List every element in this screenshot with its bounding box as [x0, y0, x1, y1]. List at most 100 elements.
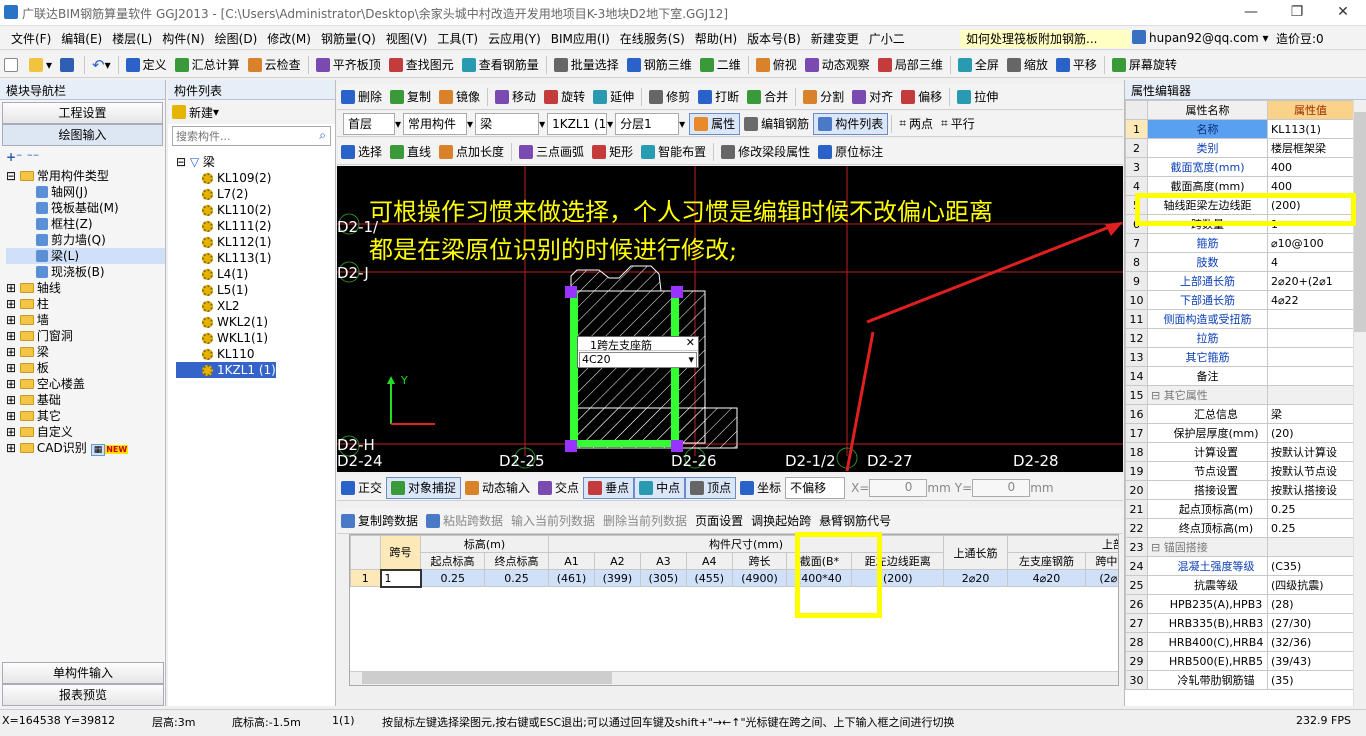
- toolbar1-button[interactable]: 批量选择: [550, 54, 623, 76]
- menu-item[interactable]: 版本号(B): [742, 30, 806, 47]
- grip-point[interactable]: [671, 440, 683, 452]
- cell-length[interactable]: (4900): [731, 569, 788, 587]
- menu-item[interactable]: 楼层(L): [107, 30, 157, 47]
- tree-item[interactable]: 筏板基础(M): [6, 200, 165, 216]
- snap-button[interactable]: 中点: [634, 476, 686, 499]
- grid-tool-button[interactable]: 粘贴跨数据: [422, 510, 507, 532]
- property-row[interactable]: 21 起点顶标高(m) 0.25: [1125, 499, 1354, 519]
- tree-folder[interactable]: ⊞ 墙: [6, 312, 165, 328]
- component-item[interactable]: XL2: [176, 298, 335, 314]
- property-value[interactable]: 按默认搭接设: [1267, 480, 1354, 500]
- cell-start[interactable]: 0.25: [419, 569, 486, 587]
- component-name-select[interactable]: 1KZL1 (1: [547, 112, 608, 135]
- menu-item[interactable]: 工具(T): [432, 30, 483, 47]
- toolbar1-button[interactable]: 定义: [122, 54, 171, 76]
- component-item[interactable]: L4(1): [176, 266, 335, 282]
- user-account[interactable]: hupan92@qq.com ▾: [1132, 30, 1269, 45]
- tip-link[interactable]: 如何处理筏板附加钢筋...: [960, 30, 1130, 48]
- vertical-scrollbar[interactable]: [1353, 100, 1366, 706]
- drawing-canvas[interactable]: 可根操作习惯来做选择，个人习惯是编辑时候不改偏心距离 都是在梁原位识别的时候进行…: [337, 166, 1123, 472]
- draw-tool-button[interactable]: 三点画弧: [515, 141, 588, 163]
- cell-a4[interactable]: (455): [685, 569, 733, 587]
- edit-tool-button[interactable]: 拉伸: [953, 86, 1002, 108]
- property-value[interactable]: 2⌀20+(2⌀1: [1267, 271, 1354, 291]
- layer-select[interactable]: 分层1: [615, 112, 680, 135]
- property-value[interactable]: (28): [1267, 594, 1354, 614]
- draw-tool-button[interactable]: 选择: [337, 141, 386, 163]
- property-row[interactable]: 17 保护层厚度(mm) (20): [1125, 423, 1354, 443]
- new-component-button[interactable]: 新建 ▾: [168, 100, 335, 124]
- draw-tool-button[interactable]: 点加长度: [435, 141, 508, 163]
- menu-item[interactable]: 绘图(D): [210, 30, 263, 47]
- floor-select[interactable]: 首层: [343, 112, 395, 135]
- cell-left-support[interactable]: 4⌀20: [1007, 569, 1086, 587]
- component-search-input[interactable]: [173, 127, 303, 145]
- snap-button[interactable]: 垂点: [583, 476, 635, 499]
- tree-item[interactable]: 剪力墙(Q): [6, 232, 165, 248]
- property-value[interactable]: (32/36): [1267, 632, 1354, 652]
- property-row[interactable]: 1 名称 KL113(1): [1125, 119, 1354, 139]
- component-item[interactable]: KL110: [176, 346, 335, 362]
- property-value[interactable]: 梁: [1267, 404, 1354, 424]
- edit-tool-button[interactable]: 删除: [337, 86, 386, 108]
- property-row[interactable]: 15 ⊟ 其它属性: [1125, 385, 1354, 405]
- component-item[interactable]: KL113(1): [176, 250, 335, 266]
- expand-collapse-icon[interactable]: +⁻ ⁻⁻: [0, 146, 165, 168]
- component-tree-root[interactable]: ⊟ ▽ 梁: [176, 154, 335, 170]
- component-item[interactable]: KL109(2): [176, 170, 335, 186]
- tree-item[interactable]: 现浇板(B): [6, 264, 165, 280]
- menu-item[interactable]: 在线服务(S): [615, 30, 690, 47]
- tree-root[interactable]: ⊟ 常用构件类型: [6, 168, 165, 184]
- scrollbar-thumb[interactable]: [362, 672, 612, 684]
- property-value[interactable]: 按默认计算设: [1267, 442, 1354, 462]
- snap-button[interactable]: 坐标: [736, 477, 785, 499]
- save-button[interactable]: [56, 54, 81, 76]
- toolbar1-button[interactable]: 平移: [1052, 54, 1101, 76]
- menu-item[interactable]: 文件(F): [6, 30, 56, 47]
- edit-tool-button[interactable]: 延伸: [589, 86, 638, 108]
- grid-tool-button[interactable]: 悬臂钢筋代号: [815, 510, 895, 532]
- property-row[interactable]: 7 箍筋 ⌀10@100: [1125, 233, 1354, 253]
- property-value[interactable]: 楼层框架梁: [1267, 138, 1354, 158]
- cell-a3[interactable]: (305): [639, 569, 687, 587]
- cell-a1[interactable]: (461): [548, 569, 595, 587]
- tree-item[interactable]: 轴网(J): [6, 184, 165, 200]
- toolbar1-button[interactable]: 二维: [696, 54, 745, 76]
- toolbar1-button[interactable]: 平齐板顶: [312, 54, 385, 76]
- cell-span[interactable]: 1: [379, 568, 422, 588]
- new-file-button[interactable]: [0, 54, 25, 76]
- grip-point[interactable]: [671, 286, 683, 298]
- component-item[interactable]: L7(2): [176, 186, 335, 202]
- property-row[interactable]: 20 搭接设置 按默认搭接设: [1125, 480, 1354, 500]
- property-row[interactable]: 30 冷轧带肋钢筋锚 (35): [1125, 670, 1354, 690]
- toolbar1-button[interactable]: 局部三维: [874, 54, 947, 76]
- property-row[interactable]: 2 类别 楼层框架梁: [1125, 138, 1354, 158]
- collapse-icon[interactable]: ⊟: [1151, 389, 1164, 402]
- toolbar1-button[interactable]: 查找图元: [385, 54, 458, 76]
- property-value[interactable]: (27/30): [1267, 613, 1354, 633]
- cell-top-through[interactable]: 2⌀20: [943, 569, 1009, 587]
- draw-tool-button[interactable]: 智能布置: [637, 141, 710, 163]
- menu-item[interactable]: 云应用(Y): [483, 30, 546, 47]
- tree-folder[interactable]: ⊞ 板: [6, 360, 165, 376]
- tree-item[interactable]: 梁(L): [6, 248, 165, 264]
- chevron-down-icon[interactable]: ▾: [688, 353, 694, 366]
- edit-tool-button[interactable]: 镜像: [435, 86, 484, 108]
- component-item[interactable]: WKL1(1): [176, 330, 335, 346]
- tree-folder[interactable]: ⊞ 柱: [6, 296, 165, 312]
- property-row[interactable]: 9 上部通长筋 2⌀20+(2⌀1: [1125, 271, 1354, 291]
- close-button[interactable]: ✕: [1320, 0, 1366, 26]
- grid-tool-button[interactable]: 调换起始跨: [747, 510, 815, 532]
- property-row[interactable]: 13 其它箍筋: [1125, 347, 1354, 367]
- tree-folder[interactable]: ⊞ 梁: [6, 344, 165, 360]
- table-row[interactable]: 1 1 0.25 0.25 (461) (399) (305) (455) (4…: [350, 568, 1118, 588]
- toolbar1-button[interactable]: 钢筋三维: [623, 54, 696, 76]
- offset-mode-select[interactable]: 不偏移: [785, 476, 846, 499]
- edit-tool-button[interactable]: 打断: [694, 86, 743, 108]
- property-value[interactable]: ⌀10@100: [1267, 233, 1354, 253]
- toolbar1-button[interactable]: 俯视: [752, 54, 801, 76]
- cell-a2[interactable]: (399): [593, 569, 641, 587]
- tree-folder[interactable]: ⊞ 轴线: [6, 280, 165, 296]
- property-row[interactable]: 28 HRB400(C),HRB4 (32/36): [1125, 632, 1354, 652]
- project-settings-button[interactable]: 工程设置: [2, 102, 163, 124]
